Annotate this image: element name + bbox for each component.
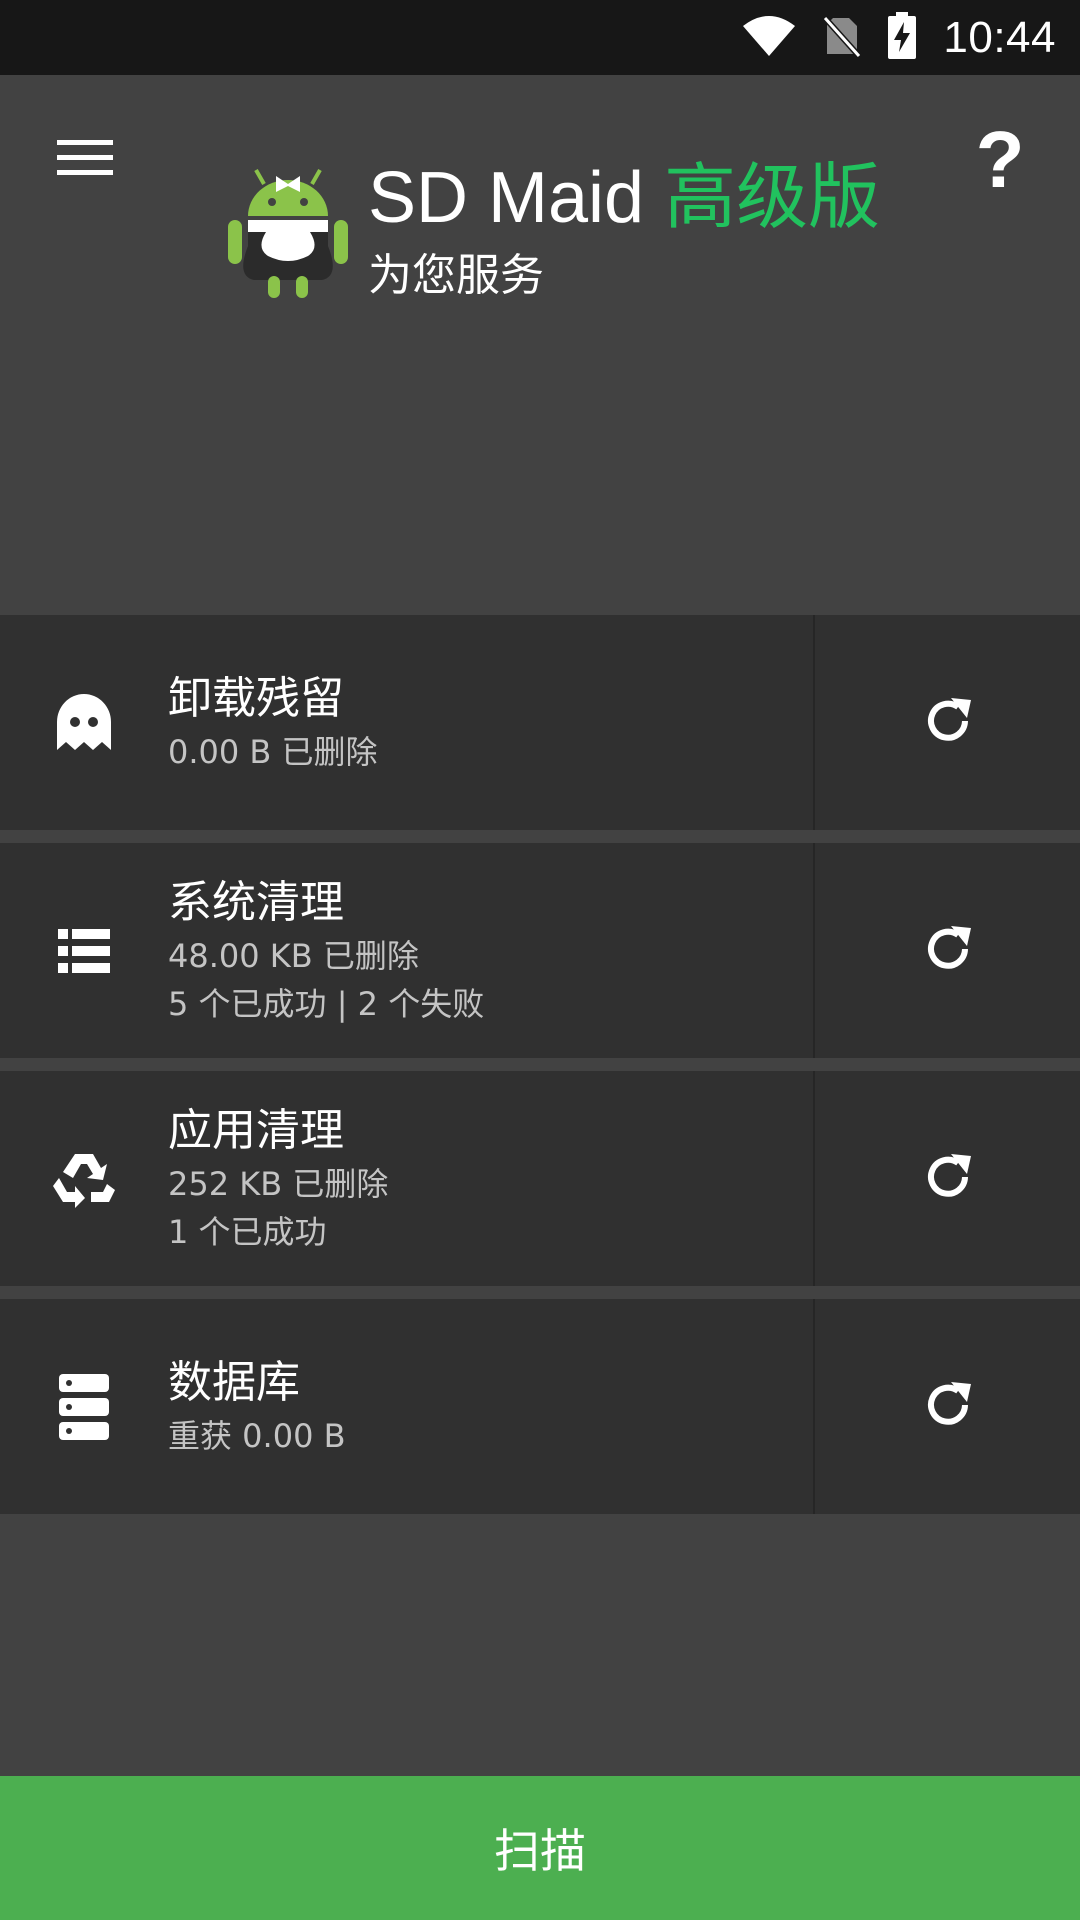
header — [0, 75, 1080, 615]
card-main[interactable]: 应用清理 252 KB 已删除 1 个已成功 — [0, 1071, 813, 1286]
refresh-button[interactable] — [815, 1299, 1080, 1514]
card-stat: 1 个已成功 — [168, 1212, 327, 1251]
card-corpsefinder: 卸载残留 0.00 B 已删除 — [0, 615, 1080, 830]
card-stat: 48.00 KB 已删除 — [168, 936, 419, 975]
card-systemcleaner: 系统清理 48.00 KB 已删除 5 个已成功 | 2 个失败 — [0, 843, 1080, 1058]
card-text: 卸载残留 0.00 B 已删除 — [168, 615, 378, 830]
refresh-button[interactable] — [815, 615, 1080, 830]
card-stat: 重获 0.00 B — [168, 1416, 346, 1455]
database-icon — [50, 1299, 118, 1514]
status-icons: 10:44 — [741, 0, 1056, 75]
wifi-icon — [741, 14, 797, 62]
card-stat: 0.00 B 已删除 — [168, 732, 378, 771]
refresh-icon — [921, 922, 975, 980]
battery-charging-icon — [887, 11, 917, 64]
card-title: 数据库 — [168, 1356, 300, 1408]
recycle-icon — [50, 1071, 118, 1286]
refresh-button[interactable] — [815, 1071, 1080, 1286]
ghost-icon — [50, 615, 118, 830]
app-name: SD Maid — [368, 158, 645, 238]
card-text: 系统清理 48.00 KB 已删除 5 个已成功 | 2 个失败 — [168, 843, 484, 1058]
card-title: 应用清理 — [168, 1104, 344, 1156]
menu-icon — [57, 138, 113, 182]
menu-button[interactable] — [40, 120, 130, 200]
refresh-button[interactable] — [815, 843, 1080, 1058]
card-title: 系统清理 — [168, 876, 344, 928]
card-text: 应用清理 252 KB 已删除 1 个已成功 — [168, 1071, 388, 1286]
app-edition: 高级版 — [664, 158, 881, 238]
card-main[interactable]: 系统清理 48.00 KB 已删除 5 个已成功 | 2 个失败 — [0, 843, 813, 1058]
card-text: 数据库 重获 0.00 B — [168, 1299, 346, 1514]
list-icon — [50, 843, 118, 1058]
card-databases: 数据库 重获 0.00 B — [0, 1299, 1080, 1514]
card-main[interactable]: 卸载残留 0.00 B 已删除 — [0, 615, 813, 830]
app-subtitle: 为您服务 — [368, 250, 544, 301]
refresh-icon — [921, 1150, 975, 1208]
status-bar: 10:44 — [0, 0, 1080, 75]
card-stat: 5 个已成功 | 2 个失败 — [168, 984, 485, 1023]
app-title: SD Maid 高级版 — [368, 158, 880, 238]
no-sim-icon — [823, 14, 862, 62]
card-stat: 252 KB 已删除 — [168, 1164, 389, 1203]
scan-button[interactable]: 扫描 — [0, 1776, 1080, 1920]
refresh-icon — [921, 694, 975, 752]
refresh-icon — [921, 1378, 975, 1436]
help-button[interactable]: ? — [960, 115, 1040, 205]
card-title: 卸载残留 — [168, 672, 344, 724]
card-appcleaner: 应用清理 252 KB 已删除 1 个已成功 — [0, 1071, 1080, 1286]
sd-maid-logo — [222, 158, 354, 300]
status-time: 10:44 — [943, 12, 1056, 62]
card-main[interactable]: 数据库 重获 0.00 B — [0, 1299, 813, 1514]
